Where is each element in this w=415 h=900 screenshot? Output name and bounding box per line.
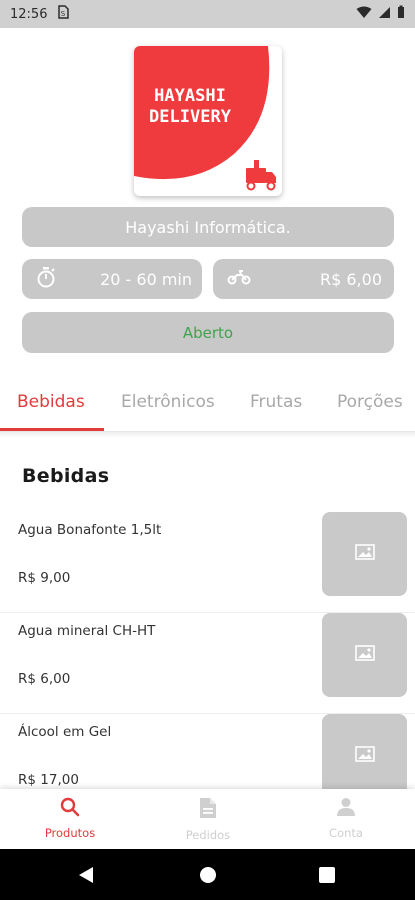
bottom-navigation: Produtos Pedidos Conta bbox=[0, 789, 415, 849]
product-item[interactable]: Agua Bonafonte 1,5lt R$ 9,00 bbox=[0, 512, 415, 613]
delivery-time: 20 - 60 min bbox=[100, 269, 192, 289]
store-logo: HAYASHI DELIVERY bbox=[134, 46, 282, 196]
status-time: 12:56 bbox=[10, 6, 48, 22]
tab-bebidas[interactable]: Bebidas bbox=[17, 392, 85, 412]
delivery-fee-pill: R$ 6,00 bbox=[213, 259, 394, 299]
wifi-icon bbox=[356, 6, 372, 23]
nav-pedidos[interactable]: Pedidos bbox=[158, 797, 258, 842]
document-icon bbox=[199, 797, 217, 822]
store-status-pill: Aberto bbox=[22, 312, 394, 353]
image-icon bbox=[354, 544, 375, 564]
system-navigation-bar bbox=[0, 849, 415, 900]
nav-pedidos-label: Pedidos bbox=[185, 828, 231, 842]
product-name: Agua mineral CH-HT bbox=[18, 623, 156, 639]
store-name-pill: Hayashi Informática. bbox=[22, 207, 394, 247]
nav-conta-label: Conta bbox=[329, 826, 363, 840]
product-image-placeholder bbox=[322, 613, 407, 697]
person-icon bbox=[336, 797, 356, 820]
delivery-time-pill: 20 - 60 min bbox=[22, 259, 202, 299]
back-icon[interactable] bbox=[78, 866, 94, 888]
stopwatch-icon bbox=[36, 266, 56, 292]
image-icon bbox=[354, 746, 375, 766]
logo-text-line1: HAYASHI bbox=[154, 86, 226, 106]
store-name: Hayashi Informática. bbox=[125, 217, 291, 237]
motorcycle-icon bbox=[227, 269, 251, 289]
nav-conta[interactable]: Conta bbox=[296, 797, 396, 840]
sim-icon: S bbox=[57, 5, 70, 23]
product-image-placeholder bbox=[322, 512, 407, 596]
battery-icon bbox=[397, 5, 405, 23]
home-icon[interactable] bbox=[199, 866, 217, 888]
svg-text:S: S bbox=[61, 10, 66, 18]
logo-text-line2: DELIVERY bbox=[149, 107, 232, 127]
section-title: Bebidas bbox=[22, 465, 110, 487]
product-item[interactable]: Agua mineral CH-HT R$ 6,00 bbox=[0, 613, 415, 714]
tab-porcoes[interactable]: Porções bbox=[337, 392, 403, 412]
signal-icon bbox=[378, 6, 391, 23]
product-price: R$ 9,00 bbox=[18, 570, 71, 586]
active-tab-indicator bbox=[0, 428, 104, 431]
nav-produtos[interactable]: Produtos bbox=[20, 797, 120, 840]
product-price: R$ 17,00 bbox=[18, 772, 79, 788]
status-bar: 12:56 S bbox=[0, 0, 415, 28]
product-name: Álcool em Gel bbox=[18, 724, 112, 740]
delivery-fee: R$ 6,00 bbox=[319, 269, 382, 289]
category-tabs: Bebidas Eletrônicos Frutas Porções bbox=[0, 380, 415, 432]
nav-produtos-label: Produtos bbox=[44, 826, 96, 840]
image-icon bbox=[354, 645, 375, 665]
product-price: R$ 6,00 bbox=[18, 671, 71, 687]
recents-icon[interactable] bbox=[319, 867, 335, 887]
search-icon bbox=[60, 797, 80, 820]
tab-eletronicos[interactable]: Eletrônicos bbox=[121, 392, 215, 412]
product-image-placeholder bbox=[322, 714, 407, 798]
store-status: Aberto bbox=[182, 323, 234, 342]
product-name: Agua Bonafonte 1,5lt bbox=[18, 522, 162, 538]
tab-frutas[interactable]: Frutas bbox=[250, 392, 302, 412]
delivery-truck-icon bbox=[246, 160, 276, 191]
tabs-divider bbox=[0, 432, 415, 438]
